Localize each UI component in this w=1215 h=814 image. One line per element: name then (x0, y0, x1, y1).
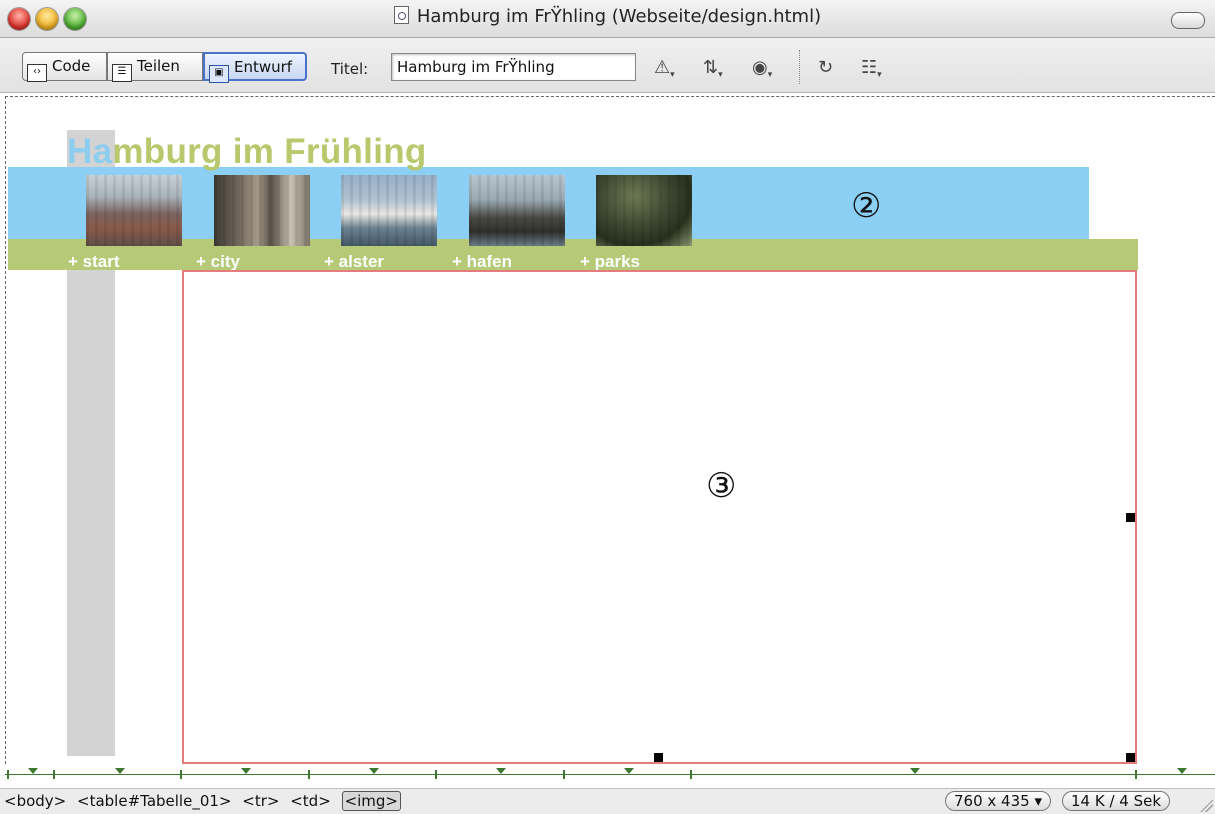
ruler-line (5, 774, 1215, 775)
ruler-tick (53, 770, 55, 779)
download-size-indicator: 14 K / 4 Sek (1062, 791, 1171, 811)
title-field-label: Titel: (331, 60, 369, 78)
photo-city[interactable] (214, 175, 310, 246)
resize-handle-bottom[interactable] (654, 753, 663, 762)
code-view-label: Code (52, 57, 91, 75)
nav-link-city[interactable]: + city (196, 252, 240, 272)
document-toolbar: ‹›Code ☰Teilen ▣Entwurf Titel: ⚠▾ ⇅▾ ◉▾ … (0, 38, 1215, 93)
toolbar-toggle-button[interactable] (1171, 12, 1205, 29)
window-size-menu[interactable]: 760 x 435 ▾ (945, 791, 1051, 811)
photo-start[interactable] (86, 175, 182, 246)
selected-content-image[interactable] (182, 270, 1137, 764)
callout-marker-2: ② (851, 186, 882, 226)
tag-selector: <body> <table#Tabelle_01> <tr> <td> <img… (4, 791, 407, 811)
resize-grip-icon[interactable] (1197, 796, 1213, 812)
nav-link-hafen[interactable]: + hafen (452, 252, 512, 272)
callout-marker-3: ③ (706, 466, 737, 506)
tag-crumb-tr[interactable]: <tr> (242, 792, 279, 810)
column-menu-arrow[interactable] (493, 766, 509, 776)
design-view-button[interactable]: ▣ Entwurf (203, 52, 307, 83)
code-view-button[interactable]: ‹› Code (22, 52, 107, 82)
photo-alster[interactable] (341, 175, 437, 246)
design-icon: ▣ (209, 65, 229, 83)
ruler-tick (308, 770, 310, 779)
site-title-highlight: Ha (67, 132, 113, 171)
document-icon (393, 6, 409, 24)
column-menu-arrow[interactable] (1174, 766, 1190, 776)
resize-handle-right[interactable] (1126, 513, 1135, 522)
status-bar: <body> <table#Tabelle_01> <tr> <td> <img… (0, 788, 1215, 814)
ruler-tick (180, 770, 182, 779)
file-transfer-icon[interactable]: ⇅▾ (703, 56, 723, 80)
split-view-button[interactable]: ☰ Teilen (107, 52, 203, 82)
photo-parks[interactable] (596, 175, 692, 246)
tag-crumb-img-selected[interactable]: <img> (341, 791, 401, 811)
split-view-label: Teilen (137, 57, 180, 75)
toolbar-separator (799, 50, 800, 84)
table-width-ruler (5, 764, 1215, 788)
column-menu-arrow[interactable] (25, 766, 41, 776)
ruler-tick (690, 770, 692, 779)
nav-link-alster[interactable]: + alster (324, 252, 384, 272)
nav-link-parks[interactable]: + parks (580, 252, 640, 272)
window-title-group: Hamburg im FrŸhling (Webseite/design.htm… (0, 6, 1215, 27)
photo-hafen[interactable] (469, 175, 565, 246)
tag-crumb-table[interactable]: <table#Tabelle_01> (77, 792, 231, 810)
download-size-value: 14 K / 4 Sek (1071, 792, 1162, 810)
tag-crumb-td[interactable]: <td> (290, 792, 331, 810)
page-title-input[interactable] (391, 53, 636, 81)
column-menu-arrow[interactable] (112, 766, 128, 776)
design-view-label: Entwurf (234, 58, 293, 76)
code-icon: ‹› (27, 64, 47, 82)
column-menu-arrow[interactable] (238, 766, 254, 776)
ruler-tick (563, 770, 565, 779)
tag-crumb-body[interactable]: <body> (4, 792, 66, 810)
ruler-tick (1135, 770, 1137, 779)
site-title: Hamburg im Frühling (67, 132, 427, 172)
preview-globe-icon[interactable]: ◉▾ (752, 56, 772, 80)
window-title: Hamburg im FrŸhling (Webseite/design.htm… (416, 6, 822, 27)
view-options-icon[interactable]: ☷▾ (861, 56, 882, 80)
window-size-caret-icon: ▾ (1034, 792, 1042, 810)
title-bar: Hamburg im FrŸhling (Webseite/design.htm… (0, 0, 1215, 38)
nav-link-start[interactable]: + start (68, 252, 120, 272)
window-size-value: 760 x 435 (954, 792, 1030, 810)
refresh-icon[interactable]: ↻ (818, 56, 833, 80)
ruler-tick (435, 770, 437, 779)
column-menu-arrow[interactable] (366, 766, 382, 776)
site-title-rest: mburg im Frühling (112, 132, 427, 171)
browser-check-warning-icon[interactable]: ⚠▾ (654, 56, 675, 80)
resize-handle-corner[interactable] (1126, 753, 1135, 762)
split-icon: ☰ (112, 64, 132, 82)
column-menu-arrow[interactable] (907, 766, 923, 776)
column-menu-arrow[interactable] (621, 766, 637, 776)
ruler-tick (7, 770, 9, 779)
